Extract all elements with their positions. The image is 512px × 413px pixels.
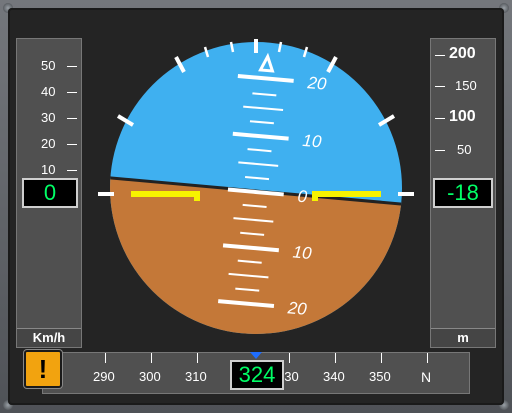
heading-tick-label: 290 [93, 369, 115, 384]
heading-tick-label: 350 [369, 369, 391, 384]
heading-pointer-icon [250, 352, 262, 359]
pitch-label: 20 [306, 73, 328, 94]
tick-mark [435, 86, 445, 87]
instrument-frame: 20 10 0 10 20 50 40 30 20 10 Km/h 0 200 [0, 0, 512, 413]
tick-mark [381, 353, 382, 363]
ground [110, 177, 402, 334]
speed-tick-label: 30 [41, 110, 56, 125]
speed-tick-label: 20 [41, 136, 56, 151]
tick-mark [435, 150, 445, 151]
tick-mark [67, 170, 77, 171]
heading-readout: 324 [230, 360, 284, 390]
tick-mark [435, 55, 445, 56]
tick-mark [435, 118, 445, 119]
pitch-label: 10 [302, 131, 323, 152]
altitude-tick-label: 50 [457, 142, 472, 157]
altitude-readout: -18 [433, 178, 493, 208]
heading-tick-label: 310 [185, 369, 207, 384]
pitch-label: 10 [292, 242, 313, 263]
altitude-tick-label: 200 [449, 45, 476, 62]
heading-tick-label: 340 [323, 369, 345, 384]
pitch-label: 20 [286, 298, 308, 319]
warning-button[interactable]: ! [24, 350, 62, 388]
speed-tick-label: 10 [41, 162, 56, 177]
tick-mark [335, 353, 336, 363]
tick-mark [105, 353, 106, 363]
speed-unit: Km/h [17, 328, 81, 347]
tick-mark [67, 66, 77, 67]
heading-tick-label: N [421, 369, 432, 385]
tick-mark [67, 92, 77, 93]
tick-mark [67, 144, 77, 145]
tick-mark [289, 353, 290, 363]
tick-mark [427, 353, 428, 363]
altitude-tick-label: 100 [449, 108, 476, 125]
heading-tick-label: 300 [139, 369, 161, 384]
tick-mark [151, 353, 152, 363]
speed-readout: 0 [22, 178, 78, 208]
tick-mark [197, 353, 198, 363]
tick-mark [67, 118, 77, 119]
speed-tick-label: 50 [41, 58, 56, 73]
warning-icon: ! [38, 354, 48, 384]
altitude-unit: m [431, 328, 495, 347]
speed-tick-label: 40 [41, 84, 56, 99]
altitude-tick-label: 150 [455, 78, 477, 93]
